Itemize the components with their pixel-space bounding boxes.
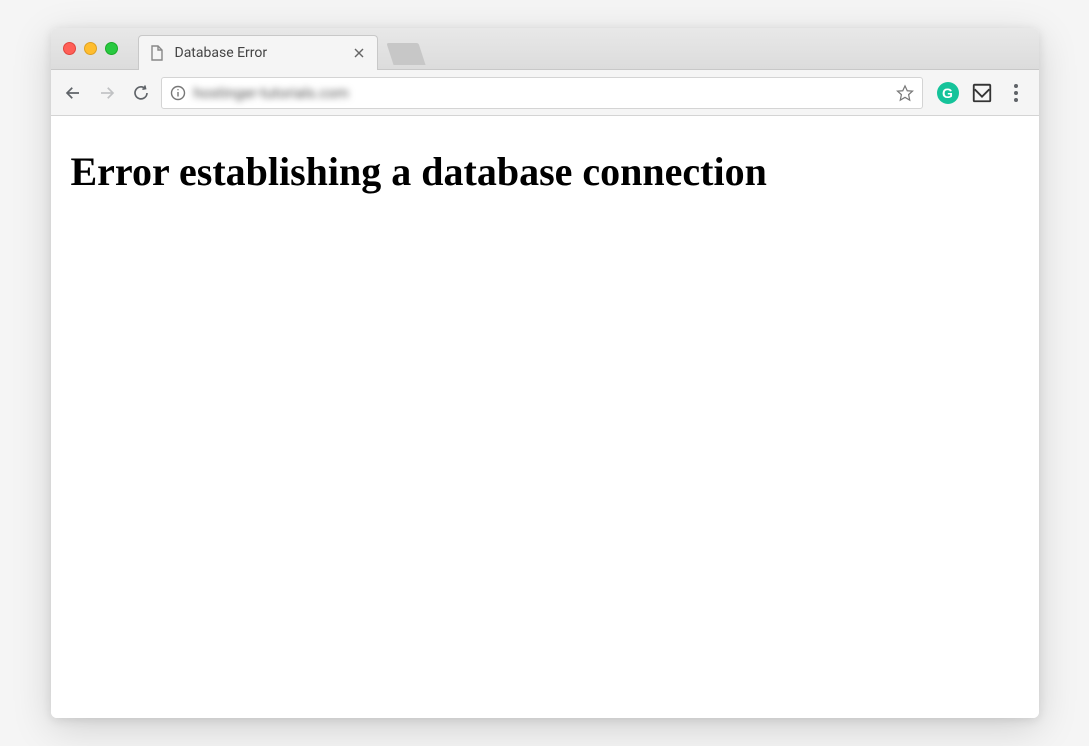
grammarly-extension-icon[interactable]: G (937, 82, 959, 104)
window-close-button[interactable] (63, 42, 76, 55)
forward-button[interactable] (97, 83, 117, 103)
page-content: Error establishing a database connection (51, 116, 1039, 718)
extensions-area: G (933, 82, 1027, 104)
nav-buttons (63, 83, 151, 103)
window-maximize-button[interactable] (105, 42, 118, 55)
back-button[interactable] (63, 83, 83, 103)
site-info-icon[interactable] (170, 85, 186, 101)
new-tab-button[interactable] (386, 43, 425, 65)
browser-tab[interactable]: Database Error (138, 35, 378, 70)
window-minimize-button[interactable] (84, 42, 97, 55)
bookmark-star-icon[interactable] (896, 84, 914, 102)
page-icon (149, 45, 165, 61)
url-text: hostinger-tutorials.com (194, 84, 888, 102)
window-controls (63, 42, 118, 55)
tab-bar: Database Error (51, 28, 1039, 70)
error-heading: Error establishing a database connection (71, 148, 1019, 195)
reload-button[interactable] (131, 83, 151, 103)
browser-window: Database Error (51, 28, 1039, 718)
pocket-extension-icon[interactable] (971, 82, 993, 104)
address-bar[interactable]: hostinger-tutorials.com (161, 77, 923, 109)
tab-title: Database Error (175, 45, 341, 61)
browser-menu-button[interactable] (1005, 82, 1027, 104)
tab-close-button[interactable] (351, 45, 367, 61)
toolbar: hostinger-tutorials.com G (51, 70, 1039, 116)
